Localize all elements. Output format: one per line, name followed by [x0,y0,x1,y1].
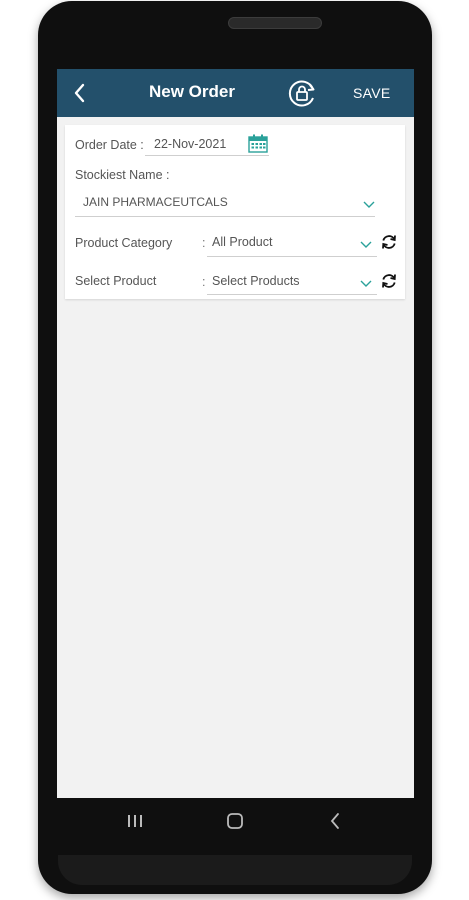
page-title: New Order [149,82,235,101]
home-button[interactable] [222,808,248,834]
order-form-card: Order Date : 22-Nov-2021 Stockiest Name … [65,125,405,299]
stockist-label: Stockiest Name : [75,168,170,182]
select-product-refresh-icon[interactable] [380,272,398,290]
phone-chin [58,855,412,885]
app-screen: New Order SAVE Order Date : 22-Nov-2021 [57,69,414,798]
product-category-colon: : [202,236,206,250]
select-product-chevron-down-icon[interactable] [360,280,372,288]
select-product-underline [207,294,377,295]
calendar-icon [248,134,268,153]
select-product-value[interactable]: Select Products [212,274,300,288]
select-product-label: Select Product [75,274,157,288]
speaker-grille [228,17,322,29]
product-category-chevron-down-icon[interactable] [360,241,372,249]
select-product-colon: : [202,275,206,289]
app-bar: New Order SAVE [57,69,414,117]
calendar-button[interactable] [248,134,268,158]
product-category-refresh-icon[interactable] [380,233,398,251]
android-nav-bar [57,798,414,844]
save-button[interactable]: SAVE [353,85,391,101]
sync-button[interactable] [286,77,318,109]
recents-icon [128,815,142,827]
order-date-label: Order Date : [75,138,144,152]
nav-back-icon [330,813,339,829]
product-category-underline [207,256,377,257]
stockist-underline [75,216,375,217]
back-arrow-icon [74,83,85,103]
stockist-chevron-down-icon[interactable] [363,201,375,209]
product-category-value[interactable]: All Product [212,235,272,249]
sync-lock-icon [288,80,315,107]
back-button[interactable] [67,79,91,107]
recents-button[interactable] [122,808,148,834]
stockist-value[interactable]: JAIN PHARMACEUTCALS [83,195,228,209]
nav-back-button[interactable] [322,808,348,834]
order-date-value[interactable]: 22-Nov-2021 [154,137,226,151]
product-category-label: Product Category [75,236,173,250]
home-icon [227,813,243,829]
